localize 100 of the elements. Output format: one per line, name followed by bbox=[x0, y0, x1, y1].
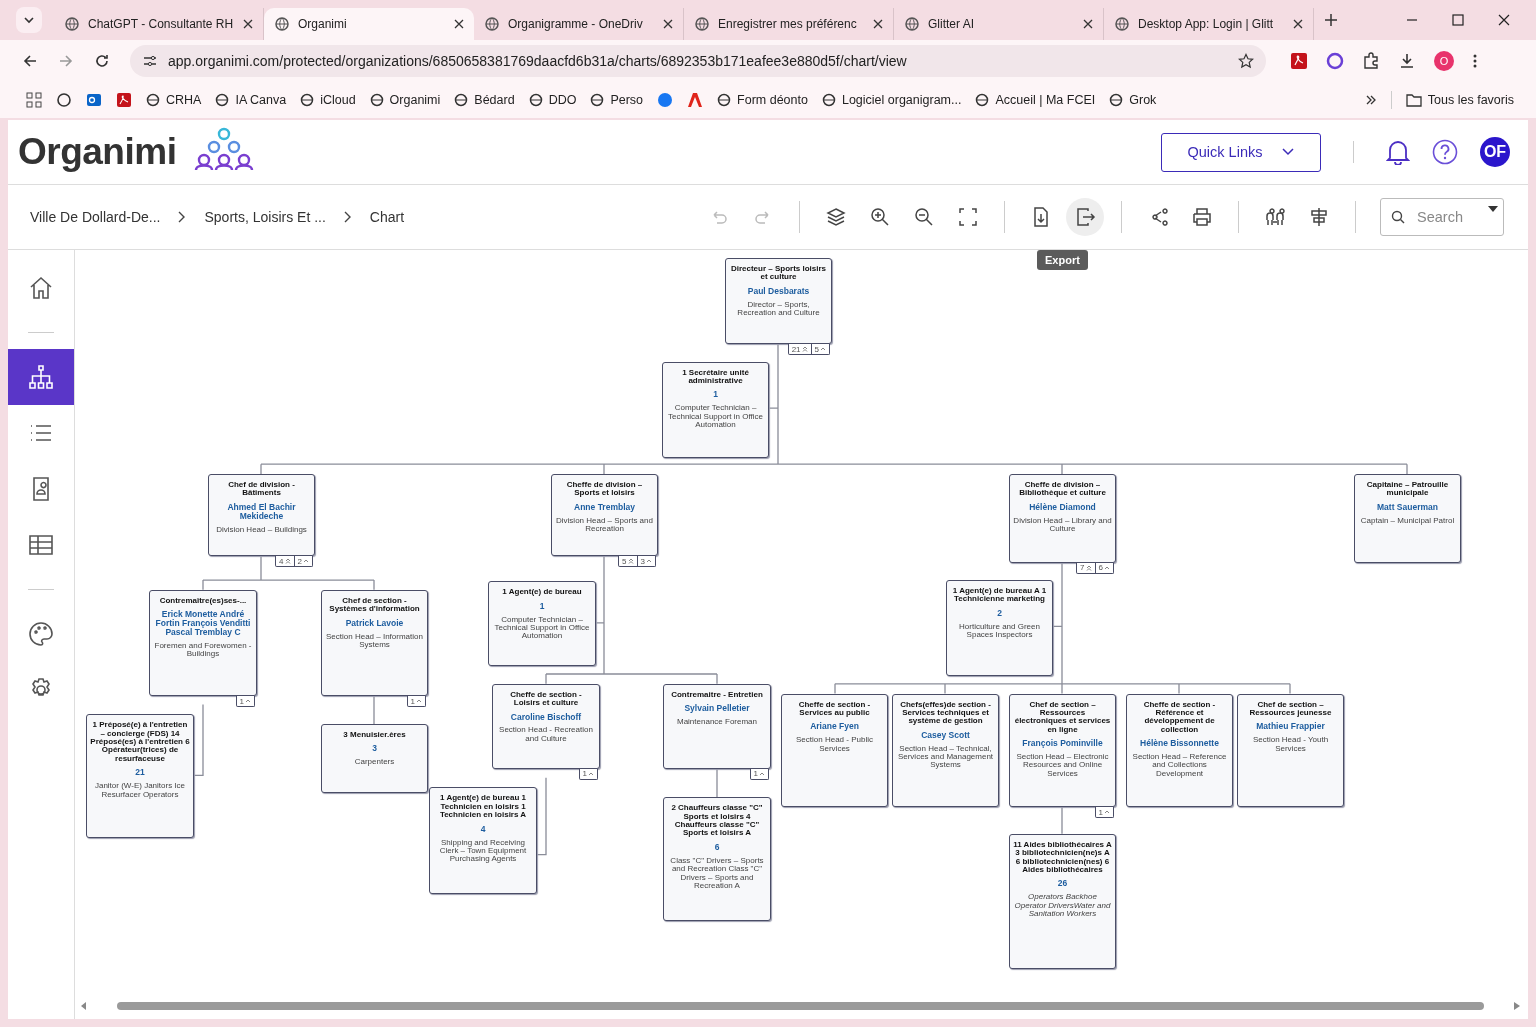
position-card[interactable]: 2 Chauffeurs classe "C" Sports et loisirs 4 Chauffeurs classe "C" Sports et loisirs A 6 Class "C" Drivers – Sports and Recreation Class "C" Drivers – Sports and Recreation A bbox=[663, 797, 771, 921]
position-card[interactable]: Chef de section – Ressources électroniques et services en ligne François Pominville Section Head – Electronic Resources and Online Services bbox=[1009, 693, 1116, 808]
position-card[interactable]: Cheffe de division – Bibliothèque et culture Hélène Diamond Division Head – Library and Culture bbox=[1009, 473, 1116, 563]
report-count-badge[interactable]: 1 bbox=[407, 696, 425, 707]
position-card[interactable]: 11 Aides bibliothécaires A 3 bibliotechnicien(ne)s A 6 bibliotechnicien(nes) 6 Aides bibliothécaires 26 Operators Backhoe Operator DriversWater and Sanitation Workers bbox=[1009, 833, 1116, 969]
quick-links-button[interactable]: Quick Links bbox=[1161, 132, 1321, 172]
report-count-badge[interactable]: 5 bbox=[619, 556, 637, 567]
position-card[interactable]: Cheffe de division – Sports et loisirs Anne Tremblay Division Head – Sports and Recreation bbox=[551, 473, 658, 557]
help-icon[interactable] bbox=[1432, 139, 1458, 165]
position-card[interactable]: Cheffe de section - Services au public Ariane Fyen Section Head - Public Services bbox=[781, 693, 888, 808]
position-title: Capitaine – Patrouille municipale bbox=[1365, 480, 1450, 498]
reload-icon[interactable] bbox=[94, 53, 110, 69]
star-icon[interactable] bbox=[1238, 53, 1254, 69]
bookmark[interactable]: CRHA bbox=[146, 93, 202, 107]
logo-wordmark[interactable]: Organimi bbox=[18, 131, 177, 173]
pdf-icon[interactable] bbox=[116, 92, 132, 108]
close-icon[interactable] bbox=[1293, 19, 1303, 29]
position-card[interactable]: 3 Menuisier.ères 3 Carpenters bbox=[321, 724, 428, 793]
position-card[interactable]: Chef de section - Systèmes d'information Patrick Lavoie Section Head – Information Systems bbox=[321, 589, 428, 697]
bookmark[interactable]: Grok bbox=[1109, 93, 1157, 107]
position-card[interactable]: Capitaine – Patrouille municipale Matt Sauerman Captain – Municipal Patrol bbox=[1354, 473, 1461, 563]
position-card[interactable]: Cheffe de section - Loisirs et culture Caroline Bischoff Section Head - Recreation and Culture bbox=[492, 683, 600, 769]
double-chevron-up-icon bbox=[284, 558, 291, 565]
position-card[interactable]: Directeur – Sports loisirs et culture Paul Desbarats Director – Sports, Recreation and Culture bbox=[725, 258, 832, 345]
bookmark-icon[interactable] bbox=[56, 92, 72, 108]
user-avatar[interactable]: OF bbox=[1480, 137, 1510, 167]
close-icon[interactable] bbox=[454, 19, 464, 29]
position-card[interactable]: Chefs(effes)de section - Services techniques et système de gestion Casey Scott Section Head – Technical, Services and Management Systems bbox=[892, 693, 999, 808]
browser-tab[interactable]: Organimi bbox=[264, 8, 474, 40]
person-name: Caroline Bischoff bbox=[510, 712, 582, 722]
bookmark[interactable]: IA Canva bbox=[215, 93, 287, 107]
breadcrumb-link[interactable]: Ville De Dollard-De... bbox=[30, 209, 179, 225]
more-options-icon[interactable] bbox=[1472, 53, 1478, 69]
profile-avatar[interactable]: O bbox=[1434, 51, 1454, 71]
position-card[interactable]: 1 Préposé(e) à l'entretien – concierge (FDS) 14 Préposé(es) à l'entretien 6 Opérateur(trices) de resurfaceuse 21 Janitor (W-E) Janitors Ice Resurfacer Operators bbox=[86, 714, 194, 838]
caret-icon[interactable] bbox=[1488, 206, 1498, 212]
bookmark[interactable]: Perso bbox=[590, 93, 644, 107]
tab-title: ChatGPT - Consultante RH bbox=[88, 17, 235, 31]
position-card[interactable]: Cheffe de section - Référence et développement de collection Hélène Bissonnette Section Head – Reference and Collections Development bbox=[1126, 693, 1233, 808]
export-button[interactable] bbox=[1066, 198, 1104, 236]
apps-grid-icon[interactable] bbox=[26, 92, 42, 108]
forward-arrow-icon[interactable] bbox=[58, 53, 74, 69]
report-count-badge[interactable]: 7 bbox=[1077, 562, 1095, 573]
report-count-badge[interactable]: 1 bbox=[236, 696, 254, 707]
mail-app-icon[interactable] bbox=[86, 92, 102, 108]
report-count-badge[interactable]: 4 bbox=[276, 556, 294, 567]
bookmark[interactable]: Logiciel organigram... bbox=[821, 93, 962, 107]
folder-icon bbox=[1405, 93, 1422, 107]
tab-list-button[interactable] bbox=[16, 7, 42, 33]
position-card[interactable]: Chef de division - Bâtiments Ahmed El Bachir Mekideche Division Head – Buildings bbox=[208, 473, 315, 557]
site-settings-icon[interactable] bbox=[142, 53, 158, 69]
scroll-right-icon[interactable] bbox=[1514, 1002, 1520, 1010]
export-icon bbox=[1074, 206, 1096, 228]
chevron-down-icon bbox=[1282, 148, 1295, 156]
position-card[interactable]: Contremaître(es)ses-... Erick Monette André Fortin François Venditti Pascal Tremblay C Foremen and Forewomen - Buildings bbox=[149, 589, 257, 697]
search-field[interactable]: Search bbox=[1380, 198, 1504, 236]
scroll-left-icon[interactable] bbox=[81, 1002, 87, 1010]
position-card[interactable]: 1 Agent(e) de bureau 1 Computer Technician – Technical Support in Office Automation bbox=[488, 581, 596, 667]
close-icon[interactable] bbox=[1498, 14, 1510, 26]
download-icon[interactable] bbox=[1398, 52, 1416, 70]
report-count-badge[interactable]: 1 bbox=[750, 768, 768, 779]
globe-icon bbox=[590, 93, 605, 107]
report-count-badge[interactable]: 1 bbox=[1095, 807, 1113, 818]
back-arrow-icon[interactable] bbox=[22, 53, 38, 69]
plus-icon[interactable] bbox=[1324, 13, 1338, 27]
bookmark[interactable]: Form déonto bbox=[717, 93, 808, 107]
position-card[interactable]: Contremaitre - Entretien Sylvain Pelletier Maintenance Foreman bbox=[663, 683, 771, 769]
extension-icon[interactable] bbox=[1326, 52, 1344, 70]
report-count-badge[interactable]: 1 bbox=[579, 768, 597, 779]
report-count-badge[interactable]: 6 bbox=[1094, 562, 1113, 573]
maximize-icon[interactable] bbox=[1452, 14, 1464, 26]
chevron-up-icon bbox=[1104, 564, 1110, 571]
report-count-badge[interactable]: 21 bbox=[788, 344, 811, 355]
breadcrumb-link[interactable]: Sports, Loisirs Et ... bbox=[204, 209, 344, 225]
bookmark[interactable]: Bédard bbox=[454, 93, 515, 107]
puzzle-icon[interactable] bbox=[1362, 52, 1380, 70]
bookmark[interactable]: iCloud bbox=[300, 93, 356, 107]
close-icon[interactable] bbox=[243, 19, 253, 29]
bookmark[interactable]: DDO bbox=[528, 93, 577, 107]
report-count-badge[interactable]: 5 bbox=[810, 344, 829, 355]
position-card[interactable]: Chef de section – Ressources jeunesse Mathieu Frappier Section Head - Youth Services bbox=[1237, 693, 1344, 808]
bookmarks-folder[interactable]: Tous les favoris bbox=[1405, 93, 1514, 107]
close-icon[interactable] bbox=[663, 19, 673, 29]
report-count-badge[interactable]: 3 bbox=[636, 556, 655, 567]
bookmark[interactable]: Organimi bbox=[369, 93, 441, 107]
address-bar[interactable]: app.organimi.com/protected/organizations/6850658381769daacfd6b31a/charts/6892353b171eafee3e880d5f/chart/view bbox=[130, 45, 1266, 77]
bookmark[interactable]: Accueil | Ma FCEI bbox=[975, 93, 1096, 107]
scrollbar-thumb[interactable] bbox=[117, 1002, 1484, 1010]
position-card[interactable]: 1 Agent(e) de bureau A 1 Technicienne marketing 2 Horticulture and Green Spaces Inspectors bbox=[946, 580, 1053, 677]
report-count-badge[interactable]: 2 bbox=[293, 556, 312, 567]
more-bookmarks-icon[interactable] bbox=[1364, 94, 1377, 106]
horizontal-scrollbar[interactable] bbox=[81, 1001, 1520, 1011]
bell-icon[interactable] bbox=[1386, 139, 1410, 165]
pdf-icon[interactable] bbox=[1290, 52, 1308, 70]
position-card[interactable]: 1 Agent(e) de bureau 1 Technicien en loisirs 1 Technicien en loisirs A 4 Shipping and Receiving Clerk – Town Equipment Purchasing Agents bbox=[429, 787, 537, 894]
chart-nav-button[interactable] bbox=[8, 349, 74, 405]
close-icon[interactable] bbox=[1083, 19, 1093, 29]
position-card[interactable]: 1 Secrétaire unité administrative 1 Computer Technician – Technical Support in Office Automation bbox=[662, 361, 769, 458]
close-icon[interactable] bbox=[873, 19, 883, 29]
breadcrumb-link[interactable]: Chart bbox=[369, 209, 423, 225]
